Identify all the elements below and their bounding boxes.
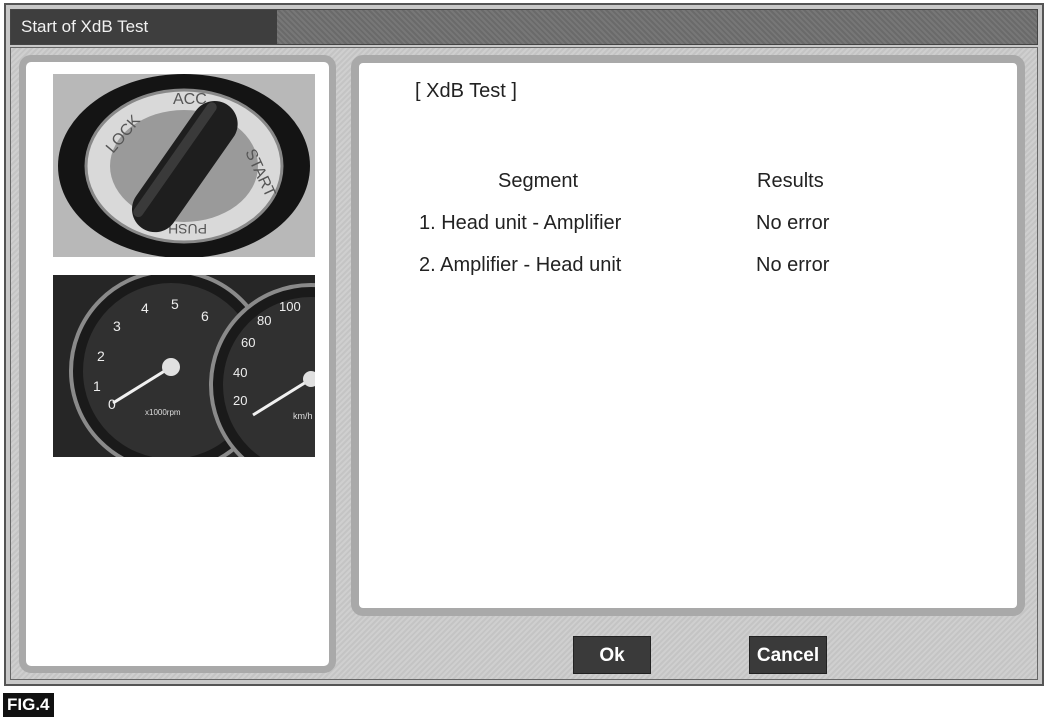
title-bar: Start of XdB Test [10, 9, 1038, 45]
speed-tick-80: 80 [257, 313, 271, 328]
window-title: Start of XdB Test [11, 10, 277, 44]
tach-tick-0: 0 [108, 396, 116, 412]
tach-tick-3: 3 [113, 318, 121, 334]
image-panel: LOCK ACC START PUSH 0 1 2 3 4 5 6 x1000r… [19, 55, 336, 673]
speed-unit: km/h [293, 411, 313, 421]
ignition-label-push: PUSH [168, 221, 207, 237]
ignition-switch-icon: LOCK ACC START PUSH [53, 74, 315, 257]
row-2-segment: 2. Amplifier - Head unit [419, 254, 622, 276]
speed-tick-40: 40 [233, 365, 247, 380]
instrument-cluster-photo: 0 1 2 3 4 5 6 x1000rpm 100 80 60 40 20 k… [53, 275, 315, 457]
tach-tick-6: 6 [201, 308, 209, 324]
column-header-segment: Segment [498, 170, 579, 192]
row-1-segment: 1. Head unit - Amplifier [419, 212, 622, 234]
tach-tick-2: 2 [97, 348, 105, 364]
ignition-switch-photo: LOCK ACC START PUSH [53, 74, 315, 257]
figure-label: FIG.4 [3, 693, 54, 717]
row-2-result: No error [756, 254, 830, 276]
tach-unit: x1000rpm [145, 408, 181, 417]
tach-tick-4: 4 [141, 300, 149, 316]
window-client-area: LOCK ACC START PUSH 0 1 2 3 4 5 6 x1000r… [10, 47, 1038, 680]
xdb-test-window: Start of XdB Test LOCK ACC START PUSH 0 … [4, 3, 1044, 686]
results-panel: [ XdB Test ] Segment Results 1. Head uni… [351, 55, 1025, 616]
speed-tick-100: 100 [279, 299, 301, 314]
row-1-result: No error [756, 212, 830, 234]
speed-tick-60: 60 [241, 335, 255, 350]
tach-tick-5: 5 [171, 296, 179, 312]
tach-tick-1: 1 [93, 378, 101, 394]
instrument-cluster-icon: 0 1 2 3 4 5 6 x1000rpm 100 80 60 40 20 k… [53, 275, 315, 457]
cancel-button[interactable]: Cancel [749, 636, 827, 674]
ok-button[interactable]: Ok [573, 636, 651, 674]
column-header-results: Results [757, 170, 824, 192]
test-title: [ XdB Test ] [415, 80, 517, 102]
speed-tick-20: 20 [233, 393, 247, 408]
